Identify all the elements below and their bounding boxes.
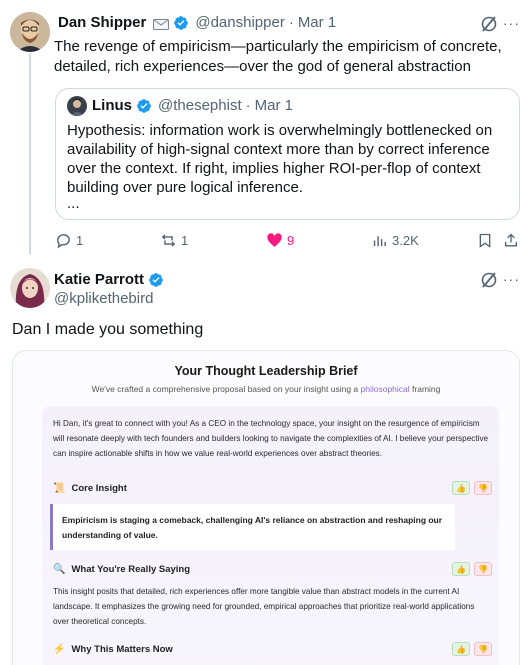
view-count: 3.2K	[392, 233, 419, 248]
like-button[interactable]: 9	[266, 232, 294, 249]
avatar-linus[interactable]	[67, 96, 87, 116]
section-why-this-matters: ⚡ Why This Matters Now	[53, 644, 173, 655]
quoted-tweet-ellipsis: ...	[67, 195, 80, 212]
reply-icon	[57, 234, 70, 249]
bar-chart-icon	[373, 236, 386, 247]
author-handle[interactable]: @kplikethebird	[54, 290, 153, 307]
author-name[interactable]: Dan Shipper	[58, 14, 146, 31]
repost-count: 1	[181, 233, 189, 248]
share-icon[interactable]	[503, 232, 519, 249]
scroll-icon: 📜	[53, 483, 66, 494]
separator-dot: ·	[288, 14, 294, 31]
views-button[interactable]: 3.2K	[371, 232, 419, 249]
reply-button[interactable]: 1	[55, 232, 83, 249]
verified-badge-icon	[174, 15, 189, 30]
lightning-icon: ⚡	[53, 644, 66, 655]
quoted-author-handle[interactable]: @thesephist	[158, 97, 242, 114]
like-count: 9	[287, 233, 295, 248]
grok-icon[interactable]	[480, 15, 498, 33]
thumbs-down-icon[interactable]: 👎	[474, 481, 492, 495]
thumbs-up-icon[interactable]: 👍	[452, 481, 470, 495]
core-insight-feedback: 👍 👎	[452, 481, 492, 495]
author-handle[interactable]: @danshipper	[195, 14, 284, 31]
avatar-dan-shipper[interactable]	[10, 12, 50, 52]
repost-button[interactable]: 1	[160, 232, 188, 249]
envelope-icon	[153, 17, 170, 30]
tweet-date[interactable]: Mar 1	[298, 14, 336, 31]
quoted-author-name[interactable]: Linus	[92, 97, 132, 114]
thread-connector-line	[29, 54, 31, 254]
brief-title: Your Thought Leadership Brief	[174, 364, 358, 378]
section-core-insight: 📜 Core Insight	[53, 483, 127, 494]
brief-panel: Hi Dan, it's great to connect with you! …	[42, 406, 499, 665]
why-this-matters-feedback: 👍 👎	[452, 642, 492, 656]
tweet-text: The revenge of empiricism—particularly t…	[54, 38, 502, 75]
quoted-tweet-text: Hypothesis: information work is overwhel…	[67, 122, 493, 196]
what-youre-saying-feedback: 👍 👎	[452, 562, 492, 576]
quoted-tweet-card[interactable]: Linus @thesephist · Mar 1 Hypothesis: in…	[55, 88, 520, 220]
reply-count: 1	[76, 233, 84, 248]
repost-icon	[161, 234, 176, 247]
more-options-icon[interactable]: ···	[503, 271, 520, 287]
thumbs-up-icon[interactable]: 👍	[452, 642, 470, 656]
quoted-tweet-date[interactable]: Mar 1	[255, 97, 293, 114]
heart-icon	[267, 233, 282, 247]
what-youre-saying-body: This insight posits that detailed, rich …	[53, 587, 475, 626]
magnifier-icon: 🔍	[53, 564, 66, 575]
author-name[interactable]: Katie Parrott	[54, 271, 144, 288]
verified-badge-icon	[149, 272, 163, 287]
verified-badge-icon	[137, 98, 151, 113]
thumbs-up-icon[interactable]: 👍	[452, 562, 470, 576]
tweet-text: Dan I made you something	[12, 321, 204, 338]
thumbs-down-icon[interactable]: 👎	[474, 562, 492, 576]
more-options-icon[interactable]: ···	[503, 15, 520, 31]
attached-image[interactable]: Your Thought Leadership Brief We've craf…	[12, 350, 520, 665]
avatar-katie-parrott[interactable]	[10, 268, 50, 308]
core-insight-quote: Empiricism is staging a comeback, challe…	[50, 504, 455, 550]
grok-icon[interactable]	[480, 271, 498, 289]
brief-intro: Hi Dan, it's great to connect with you! …	[53, 419, 489, 458]
brief-subtitle: We've crafted a comprehensive proposal b…	[91, 384, 441, 394]
bookmark-icon[interactable]	[477, 232, 493, 249]
thumbs-down-icon[interactable]: 👎	[474, 642, 492, 656]
section-what-youre-saying: 🔍 What You're Really Saying	[53, 564, 191, 575]
separator-dot: ·	[245, 97, 251, 114]
